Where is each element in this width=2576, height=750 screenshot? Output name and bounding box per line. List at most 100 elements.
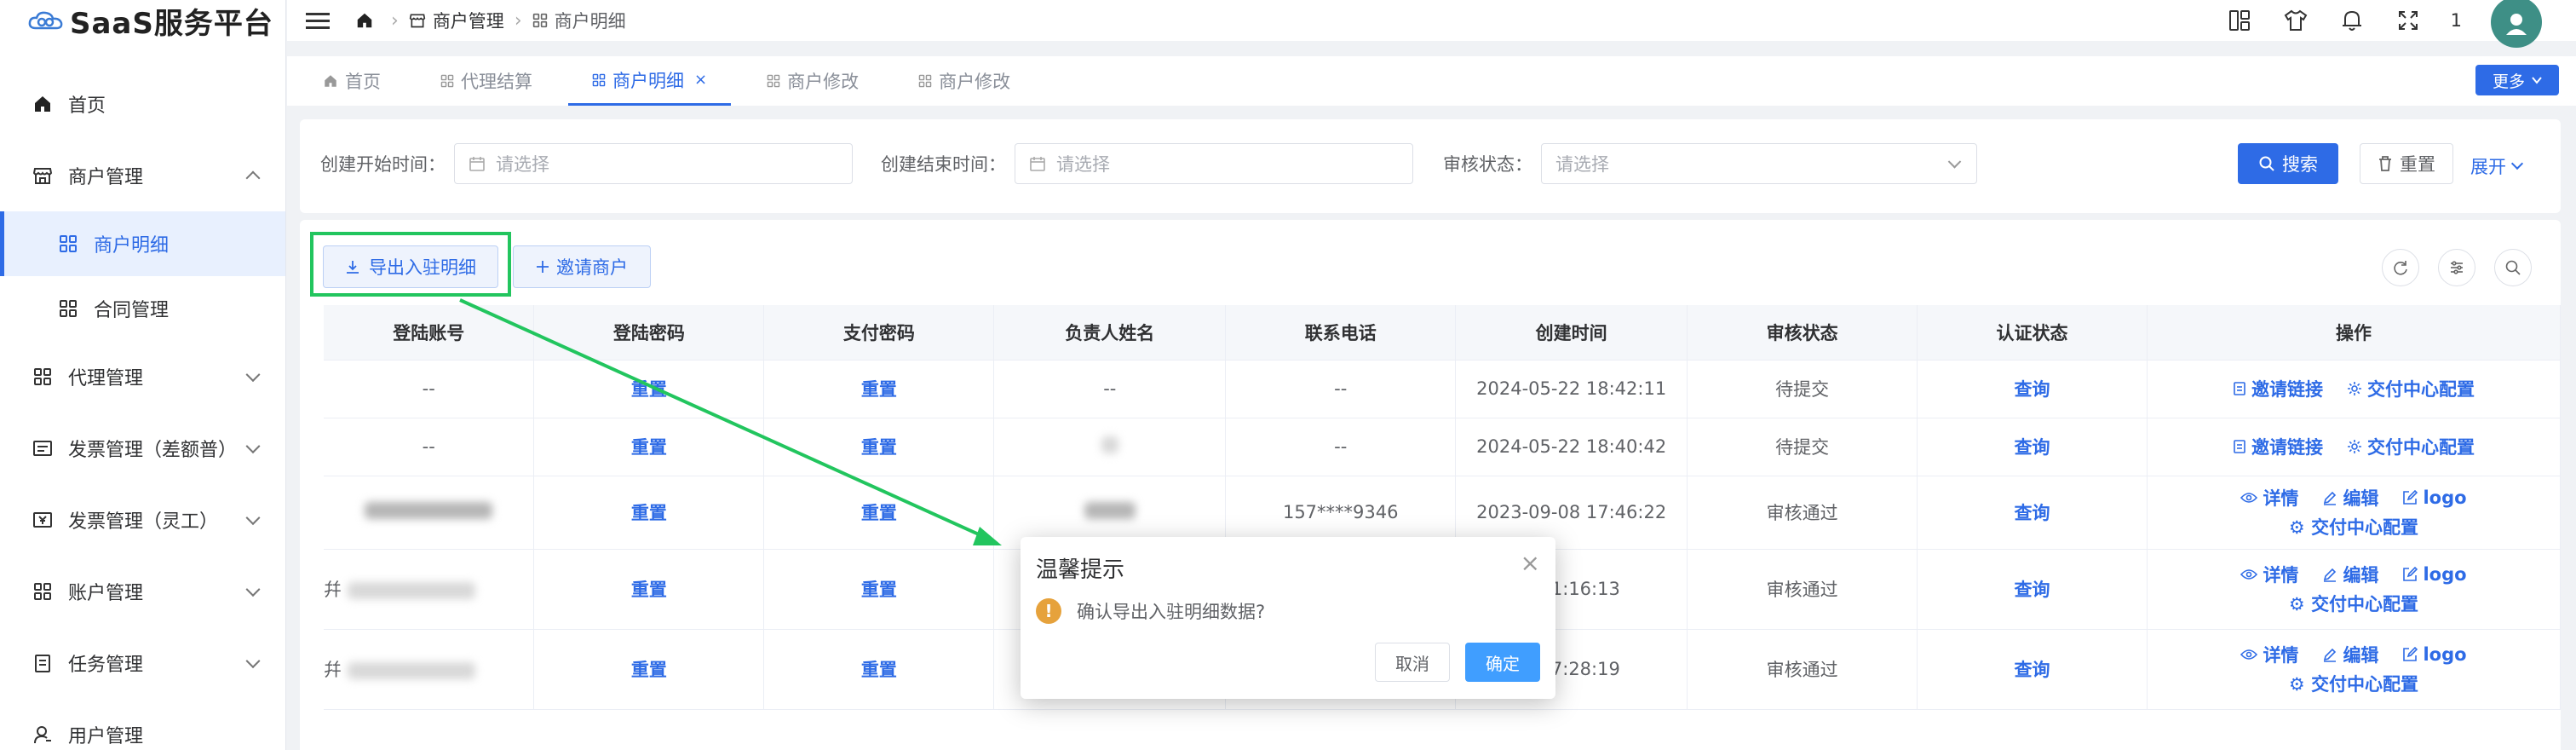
sidebar-item-invoice-flex[interactable]: 发票管理（灵工） xyxy=(0,484,285,556)
status-select[interactable]: 请选择 xyxy=(1541,143,1977,184)
column-header: 登陆密码 xyxy=(533,305,765,361)
menu-toggle-icon[interactable] xyxy=(306,9,330,33)
sidebar-item-task-management[interactable]: 任务管理 xyxy=(0,627,285,699)
avatar[interactable] xyxy=(2491,0,2542,48)
sidebar-item-contract-management[interactable]: 合同管理 xyxy=(0,276,285,341)
search-icon xyxy=(2505,260,2521,275)
detail-button[interactable]: 详情 xyxy=(2240,562,2298,587)
cell-account: -- xyxy=(324,418,535,476)
start-date-input[interactable]: 请选择 xyxy=(454,143,853,184)
expand-filters-button[interactable]: 展开 xyxy=(2470,153,2524,179)
logo-button[interactable]: logo xyxy=(2402,644,2467,665)
delivery-config-button[interactable]: ⚙ 交付中心配置 xyxy=(2148,514,2560,539)
auth-query-link[interactable]: 查询 xyxy=(2015,379,2050,400)
logo-button[interactable]: logo xyxy=(2402,564,2467,585)
sidebar-item-label: 账户管理 xyxy=(68,583,144,604)
detail-button[interactable]: 详情 xyxy=(2240,642,2298,667)
delivery-config-button[interactable]: ⚙ 交付中心配置 xyxy=(2148,591,2560,616)
auth-query-link[interactable]: 查询 xyxy=(2015,503,2050,523)
reset-password-link[interactable]: 重置 xyxy=(631,437,667,458)
gear-icon: ⚙ xyxy=(2288,674,2305,695)
column-header: 创建时间 xyxy=(1455,305,1688,361)
invite-link-button[interactable]: 邀请链接 xyxy=(2233,434,2323,459)
breadcrumb-separator: › xyxy=(391,9,399,32)
start-date-label: 创建开始时间： xyxy=(320,154,446,175)
theme-shirt-icon[interactable] xyxy=(2282,7,2309,34)
sidebar-item-home[interactable]: 首页 xyxy=(0,68,285,140)
reset-password-link[interactable]: 重置 xyxy=(631,379,667,400)
reset-pay-password-link[interactable]: 重置 xyxy=(861,660,897,680)
confirm-button[interactable]: 确定 xyxy=(1465,643,1540,682)
sidebar-item-agent-management[interactable]: 代理管理 xyxy=(0,341,285,412)
tab-merchant-edit[interactable]: 商户修改 xyxy=(743,56,883,106)
reset-pay-password-link[interactable]: 重置 xyxy=(861,580,897,600)
cell-account: 幷 xyxy=(324,629,535,710)
shop-icon xyxy=(409,12,426,29)
close-icon[interactable]: × xyxy=(694,71,707,89)
reset-password-link[interactable]: 重置 xyxy=(631,503,667,523)
edit-button[interactable]: 编辑 xyxy=(2322,485,2378,511)
confirm-dialog: 温馨提示 × ! 确认导出入驻明细数据? 取消 确定 xyxy=(1021,537,1555,699)
invite-merchant-button[interactable]: 邀请商户 xyxy=(513,245,651,288)
fullscreen-icon[interactable] xyxy=(2395,7,2422,34)
auth-query-link[interactable]: 查询 xyxy=(2015,437,2050,458)
cell-name: -- xyxy=(993,360,1227,418)
delivery-config-button[interactable]: 交付中心配置 xyxy=(2347,376,2475,401)
settings-sliders-icon xyxy=(2451,261,2463,274)
sidebar-item-invoice-diff[interactable]: 发票管理（差额普） xyxy=(0,412,285,484)
column-header: 支付密码 xyxy=(763,305,995,361)
invite-link-button[interactable]: 邀请链接 xyxy=(2233,376,2323,401)
end-date-input[interactable]: 请选择 xyxy=(1015,143,1413,184)
reset-pay-password-link[interactable]: 重置 xyxy=(861,503,897,523)
tab-merchant-detail[interactable]: 商户明细 × xyxy=(568,56,732,106)
delivery-config-button[interactable]: 交付中心配置 xyxy=(2347,434,2475,459)
app-title: SaaS服务平台 xyxy=(70,6,273,41)
sidebar-item-label: 合同管理 xyxy=(94,300,170,321)
dialog-title: 温馨提示 xyxy=(1036,557,1125,583)
cloud-logo-icon xyxy=(28,11,63,30)
search-button[interactable]: 搜索 xyxy=(2238,143,2338,184)
cancel-button[interactable]: 取消 xyxy=(1375,643,1450,682)
detail-button[interactable]: 详情 xyxy=(2240,485,2298,511)
edit-button[interactable]: 编辑 xyxy=(2322,642,2378,667)
sidebar-item-label: 代理管理 xyxy=(68,368,144,389)
layout-icon[interactable] xyxy=(2226,7,2253,34)
home-icon[interactable] xyxy=(355,11,374,30)
export-merchant-detail-button[interactable]: 导出入驻明细 xyxy=(323,245,498,288)
start-date-placeholder: 请选择 xyxy=(496,154,549,175)
tab-merchant-edit-2[interactable]: 商户修改 xyxy=(894,56,1034,106)
auth-query-link[interactable]: 查询 xyxy=(2015,580,2050,600)
auth-query-link[interactable]: 查询 xyxy=(2015,660,2050,680)
delivery-config-button[interactable]: ⚙ 交付中心配置 xyxy=(2148,671,2560,696)
column-settings-button[interactable] xyxy=(2438,249,2475,286)
search-toggle-button[interactable] xyxy=(2494,249,2532,286)
reset-password-link[interactable]: 重置 xyxy=(631,660,667,680)
more-tabs-button[interactable]: 更多 xyxy=(2475,65,2559,95)
expand-label: 展开 xyxy=(2470,157,2506,177)
reset-pay-password-link[interactable]: 重置 xyxy=(861,379,897,400)
sidebar-item-user-management[interactable]: 用户管理 xyxy=(0,699,285,750)
shop-icon xyxy=(31,164,55,188)
cell-created: 2024-05-22 18:40:42 xyxy=(1455,418,1688,476)
sidebar-item-account-management[interactable]: 账户管理 xyxy=(0,556,285,627)
edit-label: 编辑 xyxy=(2343,565,2379,586)
tab-home[interactable]: 首页 xyxy=(299,56,405,106)
logo-button[interactable]: logo xyxy=(2402,488,2467,508)
sidebar-item-merchant-detail[interactable]: 商户明细 xyxy=(0,211,285,276)
breadcrumb-item[interactable]: 商户管理 xyxy=(433,8,504,33)
app-logo[interactable]: SaaS服务平台 xyxy=(0,0,285,41)
reset-password-link[interactable]: 重置 xyxy=(631,580,667,600)
close-icon[interactable]: × xyxy=(1521,549,1540,577)
refresh-button[interactable] xyxy=(2382,249,2419,286)
sidebar-item-merchant-management[interactable]: 商户管理 xyxy=(0,140,285,211)
bell-icon[interactable] xyxy=(2338,7,2366,34)
badge-count: 1 xyxy=(2450,10,2462,31)
export-label: 导出入驻明细 xyxy=(369,257,476,278)
tab-agent-settlement[interactable]: 代理结算 xyxy=(417,56,556,106)
reset-button[interactable]: 重置 xyxy=(2360,143,2453,184)
download-icon xyxy=(347,261,359,274)
detail-label: 详情 xyxy=(2263,565,2299,586)
reset-pay-password-link[interactable]: 重置 xyxy=(861,437,897,458)
edit-button[interactable]: 编辑 xyxy=(2322,562,2378,587)
tab-label: 商户修改 xyxy=(787,72,860,92)
